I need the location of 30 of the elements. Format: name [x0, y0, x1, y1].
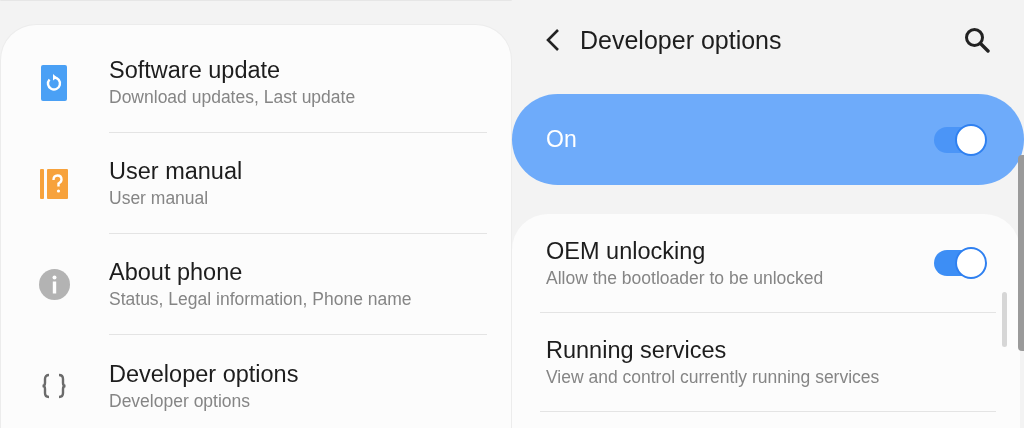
option-item[interactable]: OEM unlocking Allow the bootloader to be unlocked: [540, 214, 996, 313]
item-subtitle: Status, Legal information, Phone name: [109, 288, 412, 311]
option-subtitle: View and control currently running services: [546, 366, 880, 389]
refresh-icon: [41, 64, 67, 101]
scroll-handle[interactable]: [1018, 155, 1024, 351]
toggle-switch[interactable]: [934, 126, 986, 153]
option-item[interactable]: Running services View and control currently running services: [540, 313, 996, 412]
settings-item[interactable]: Developer options Developer options: [1, 335, 511, 428]
back-icon[interactable]: [546, 28, 560, 52]
book-question-icon: [40, 168, 68, 199]
item-title: Developer options: [109, 359, 299, 389]
option-title: Running services: [546, 336, 727, 365]
braces-icon: [41, 372, 67, 399]
item-title: Software update: [109, 56, 281, 85]
item-title: About phone: [109, 258, 243, 287]
screen-title: Developer options: [580, 25, 783, 55]
item-subtitle: Developer options: [109, 389, 251, 413]
settings-item[interactable]: About phone Status, Legal information, Phone name: [1, 234, 511, 335]
search-icon[interactable]: [964, 27, 990, 53]
item-subtitle: Download updates, Last update: [109, 86, 356, 109]
option-subtitle: Allow the bootloader to be unlocked: [546, 267, 824, 290]
settings-item[interactable]: User manual User manual: [1, 133, 511, 234]
option-title: OEM unlocking: [546, 237, 706, 266]
item-title: User manual: [109, 157, 243, 186]
settings-item[interactable]: Software update Download updates, Last update: [1, 32, 511, 133]
item-subtitle: User manual: [109, 187, 209, 210]
info-icon: [38, 269, 70, 300]
switch-label: On: [546, 126, 578, 153]
scroll-bar: [1002, 292, 1007, 347]
toggle-switch[interactable]: [934, 250, 986, 276]
